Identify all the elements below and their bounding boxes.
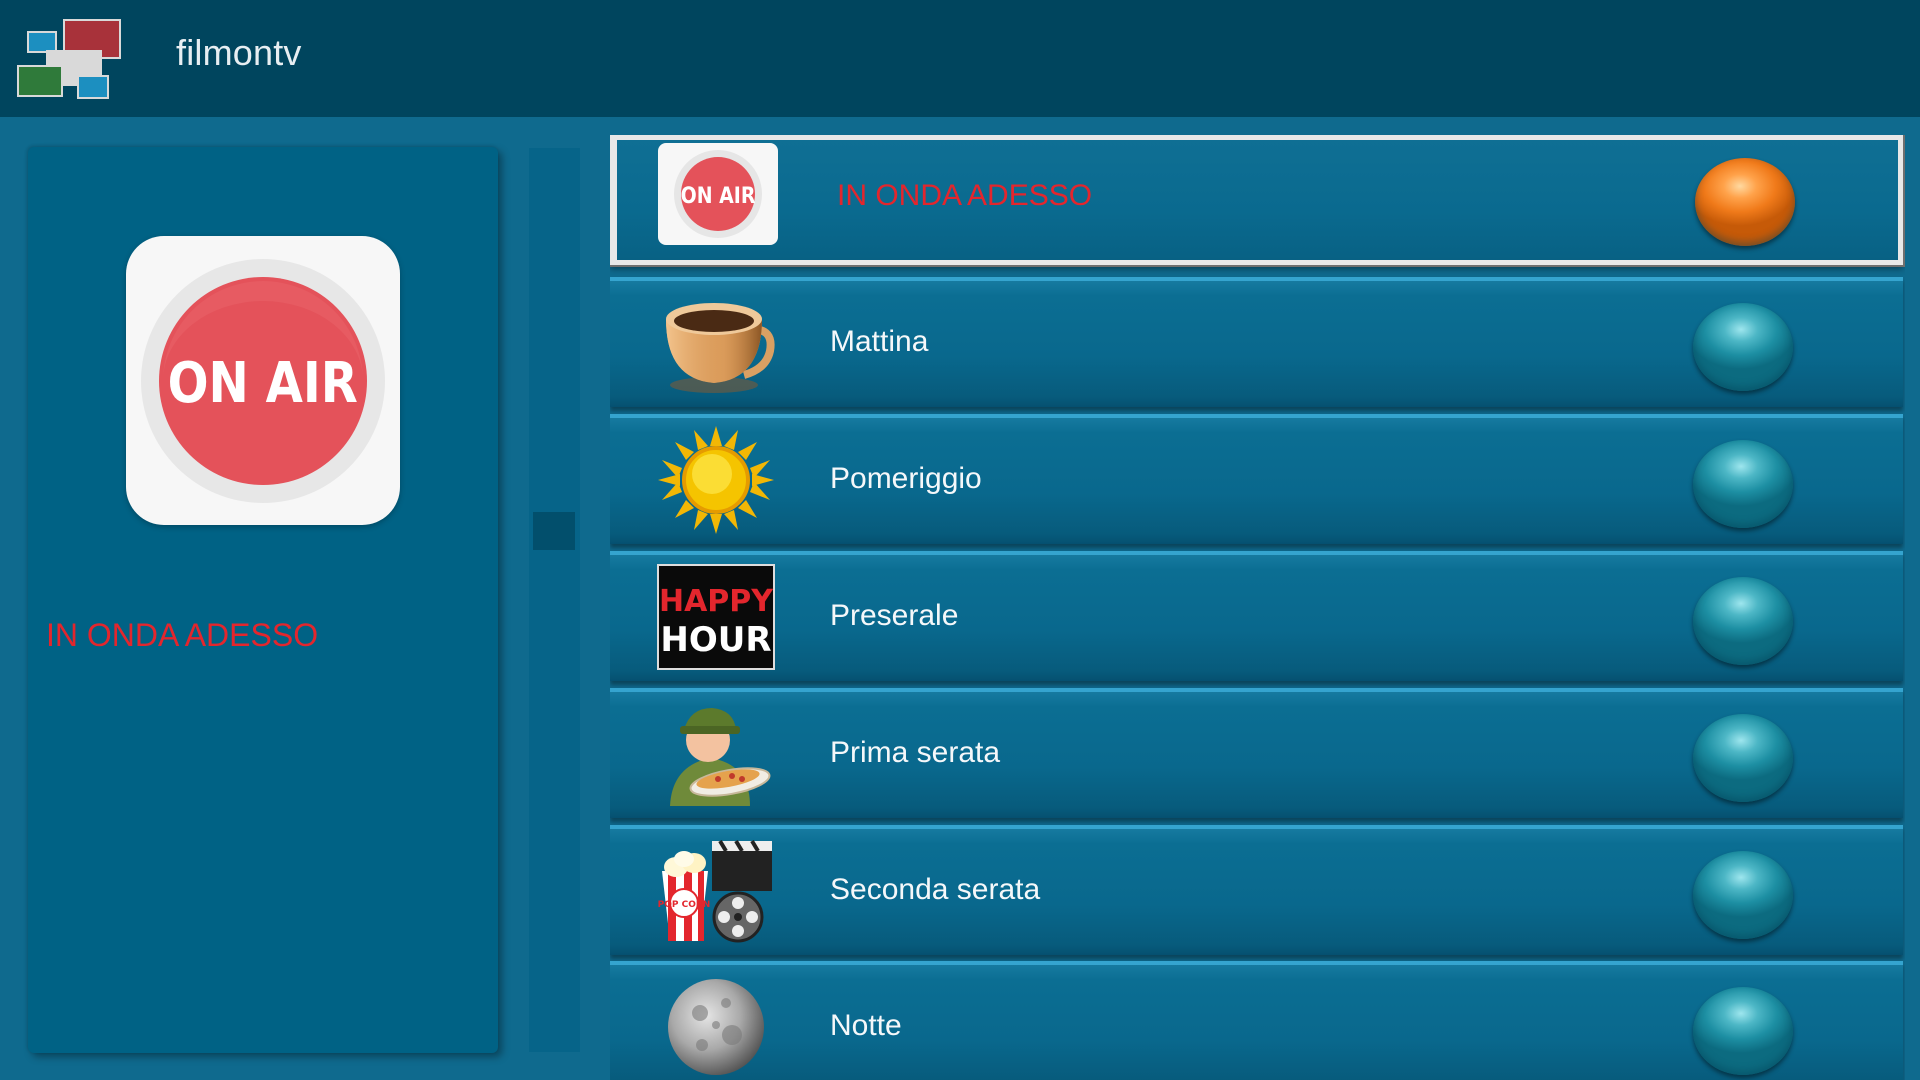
popcorn-film-icon: POP CORN — [656, 837, 776, 945]
list-item-prima-serata[interactable]: Prima serata — [610, 688, 1903, 818]
list-item-notte[interactable]: Notte — [610, 961, 1903, 1080]
svg-text:HOUR: HOUR — [660, 620, 771, 660]
list-item-label: Seconda serata — [830, 873, 1041, 906]
radio-unselected-icon[interactable] — [1693, 577, 1793, 665]
radio-unselected-icon[interactable] — [1693, 303, 1793, 391]
list-item-seconda-serata[interactable]: POP CORN Seconda serata — [610, 825, 1903, 955]
on-air-icon: ON AIR — [658, 143, 778, 251]
svg-text:POP CORN: POP CORN — [658, 900, 711, 910]
app-bar: filmontv — [0, 0, 1920, 117]
on-air-icon: ON AIR — [126, 236, 400, 525]
radio-selected-icon[interactable] — [1695, 158, 1795, 246]
app-logo-icon — [17, 19, 121, 99]
list-item-mattina[interactable]: Mattina — [610, 277, 1903, 407]
list-item-label: Prima serata — [830, 736, 1001, 769]
scrollbar-thumb[interactable] — [533, 512, 575, 550]
list-item-pomeriggio[interactable]: Pomeriggio — [610, 414, 1903, 544]
list-item-preserale[interactable]: HAPPY HOUR Preserale — [610, 551, 1903, 681]
radio-unselected-icon[interactable] — [1693, 987, 1793, 1075]
sun-icon — [656, 426, 776, 534]
detail-panel: ON AIR IN ONDA ADESSO — [28, 147, 498, 1053]
list-item-label: Pomeriggio — [830, 462, 982, 495]
pizza-delivery-icon — [656, 700, 776, 808]
svg-text:ON AIR: ON AIR — [681, 183, 756, 209]
coffee-cup-icon — [656, 289, 776, 397]
on-air-badge-text: ON AIR — [168, 352, 358, 416]
radio-unselected-icon[interactable] — [1693, 714, 1793, 802]
app-title: filmontv — [176, 32, 302, 73]
list-item-label: Preserale — [830, 599, 959, 632]
list-item-label: Notte — [830, 1009, 902, 1042]
happy-hour-icon: HAPPY HOUR — [656, 563, 776, 671]
list-item-in-onda-adesso[interactable]: ON AIR IN ONDA ADESSO — [610, 135, 1903, 265]
list-scrollbar[interactable] — [529, 148, 580, 1052]
svg-text:HAPPY: HAPPY — [659, 584, 774, 619]
list-item-label: IN ONDA ADESSO — [837, 179, 1093, 212]
radio-unselected-icon[interactable] — [1693, 851, 1793, 939]
moon-icon — [656, 973, 776, 1080]
list-item-label: Mattina — [830, 325, 929, 358]
radio-unselected-icon[interactable] — [1693, 440, 1793, 528]
time-slot-list: ON AIR IN ONDA ADESSO Mattina Pomeriggio… — [610, 135, 1905, 1080]
detail-title: IN ONDA ADESSO — [46, 617, 319, 653]
